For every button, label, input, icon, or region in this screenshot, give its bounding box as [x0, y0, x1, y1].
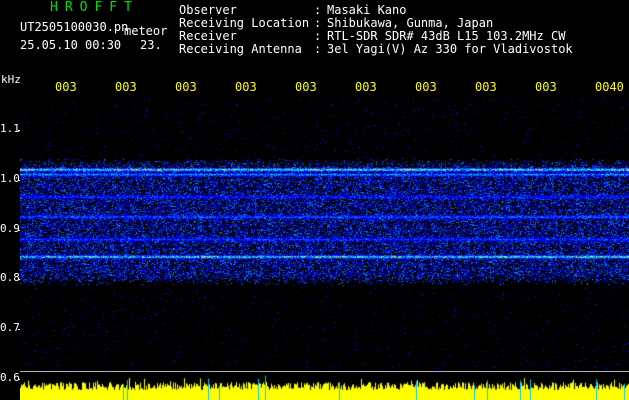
time-label: 0040 — [595, 80, 624, 94]
time-label: 003 — [295, 80, 317, 94]
file-tag: meteor — [124, 24, 168, 38]
time-label: 003 — [535, 80, 557, 94]
time-label: 003 — [415, 80, 437, 94]
time-label: 003 — [475, 80, 497, 94]
file-name: UT2505100030.pn — [20, 20, 129, 34]
info-colon: : — [314, 42, 322, 56]
time-label: 003 — [235, 80, 257, 94]
date-count: 23. — [140, 38, 162, 52]
time-label: 003 — [55, 80, 77, 94]
waterfall-spectrogram — [20, 97, 629, 371]
frequency-label: 0.8 — [0, 271, 20, 285]
signal-level-bar — [20, 372, 629, 400]
info-label: Receiving Antenna — [179, 42, 302, 56]
frequency-label: 1.1 — [0, 121, 20, 135]
time-label: 003 — [355, 80, 377, 94]
time-label: 003 — [115, 80, 137, 94]
frequency-label: 0.9 — [0, 221, 20, 235]
date-time: 25.05.10 00:30 — [20, 38, 122, 52]
info-value: 3el Yagi(V) Az 330 for Vladivostok — [327, 42, 573, 56]
time-label: 003 — [175, 80, 197, 94]
frequency-label: 1.0 — [0, 171, 20, 185]
frequency-unit-label: kHz — [1, 73, 21, 86]
frequency-label: 0.6 — [0, 371, 20, 384]
app-title: HROFFT — [50, 0, 139, 15]
frequency-label: 0.7 — [0, 321, 20, 335]
